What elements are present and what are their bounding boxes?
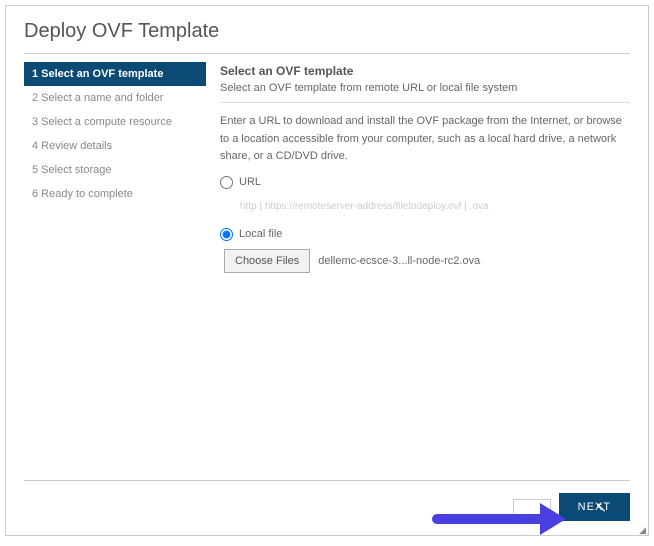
resize-handle-icon[interactable]: ◢ bbox=[639, 528, 645, 533]
step-5[interactable]: 5 Select storage bbox=[24, 158, 206, 182]
cancel-button[interactable] bbox=[513, 499, 551, 515]
dialog-title: Deploy OVF Template bbox=[24, 20, 630, 54]
file-chooser-row: Choose Files dellemc-ecsce-3...ll-node-r… bbox=[220, 249, 630, 273]
dialog-body: 1 Select an OVF template 2 Select a name… bbox=[24, 62, 630, 480]
main-subtitle: Select an OVF template from remote URL o… bbox=[220, 82, 630, 94]
deploy-ovf-dialog: Deploy OVF Template 1 Select an OVF temp… bbox=[5, 5, 649, 536]
step-6[interactable]: 6 Ready to complete bbox=[24, 182, 206, 206]
step-2[interactable]: 2 Select a name and folder bbox=[24, 86, 206, 110]
step-1[interactable]: 1 Select an OVF template bbox=[24, 62, 206, 86]
main-heading: Select an OVF template bbox=[220, 64, 630, 78]
next-button[interactable]: NEXT bbox=[559, 493, 630, 521]
instructions-text: Enter a URL to download and install the … bbox=[220, 113, 630, 166]
url-radio[interactable] bbox=[220, 176, 233, 189]
localfile-option-row: Local file bbox=[220, 228, 630, 241]
url-label: URL bbox=[239, 176, 261, 188]
divider bbox=[220, 102, 630, 103]
step-3[interactable]: 3 Select a compute resource bbox=[24, 110, 206, 134]
url-input-placeholder[interactable]: http | https://remoteserver-address/file… bbox=[220, 195, 630, 222]
dialog-footer: NEXT ↖ bbox=[24, 480, 630, 521]
wizard-sidebar: 1 Select an OVF template 2 Select a name… bbox=[24, 62, 206, 480]
selected-filename: dellemc-ecsce-3...ll-node-rc2.ova bbox=[318, 255, 480, 267]
url-option-row: URL bbox=[220, 176, 630, 189]
localfile-label: Local file bbox=[239, 228, 282, 240]
step-4[interactable]: 4 Review details bbox=[24, 134, 206, 158]
localfile-radio[interactable] bbox=[220, 228, 233, 241]
choose-files-button[interactable]: Choose Files bbox=[224, 249, 310, 273]
wizard-main: Select an OVF template Select an OVF tem… bbox=[206, 62, 630, 480]
